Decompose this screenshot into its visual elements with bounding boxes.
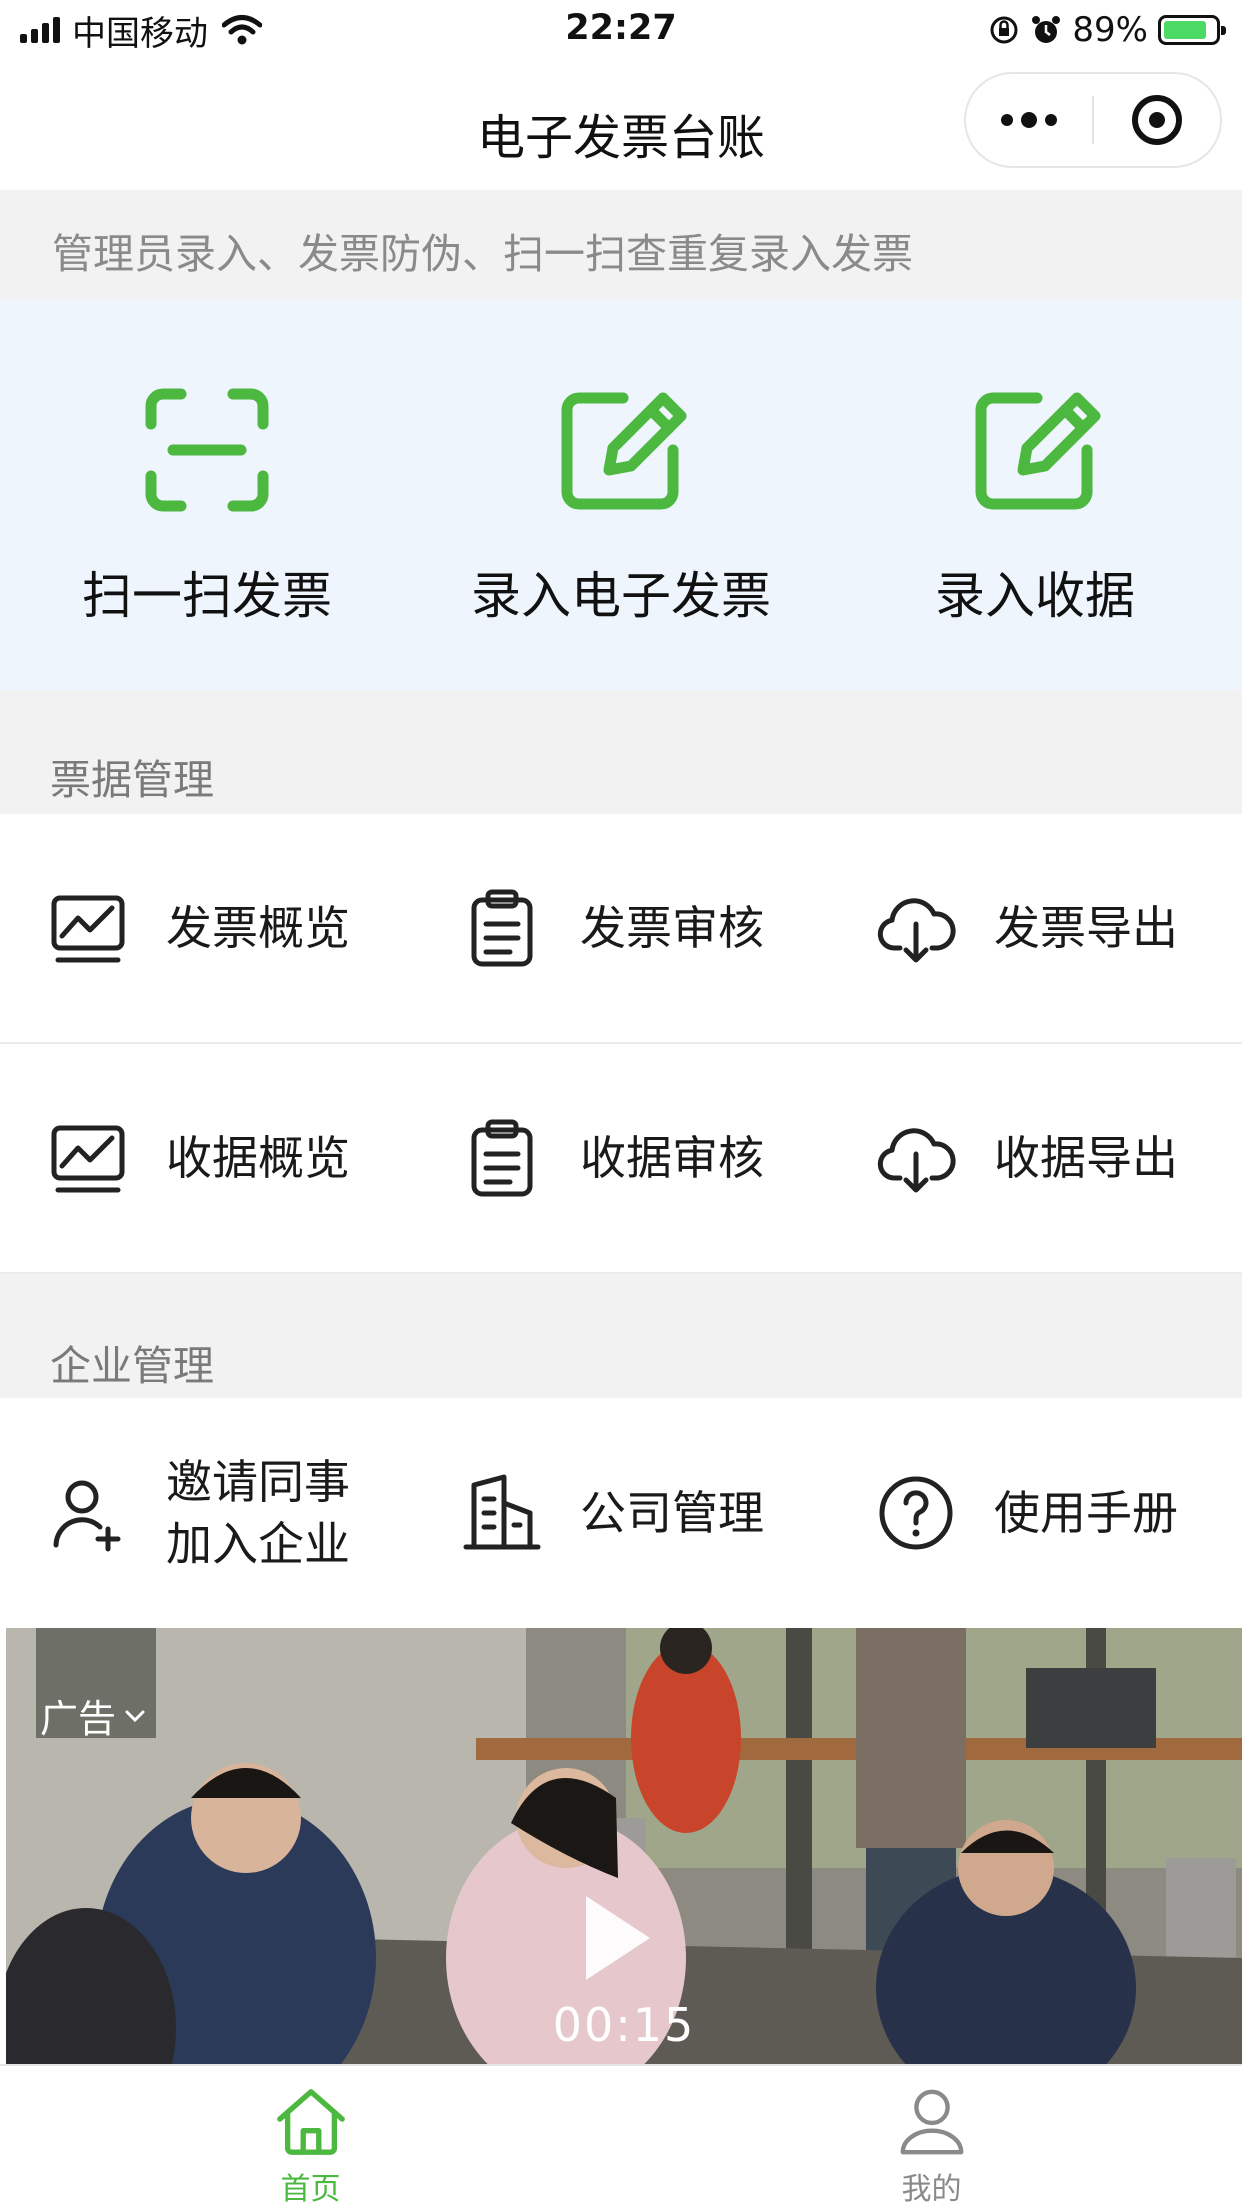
grid-label: 使用手册 xyxy=(994,1486,1178,1540)
grid-label-line2: 加入企业 xyxy=(166,1517,350,1571)
receipt-review-button[interactable]: 收据审核 xyxy=(414,1044,828,1272)
notice-bar: 管理员录入、发票防伪、扫一扫查重复录入发票 xyxy=(0,190,1242,300)
battery-icon xyxy=(1158,15,1226,45)
grid-label: 收据审核 xyxy=(580,1131,764,1185)
chevron-down-icon xyxy=(125,1710,145,1722)
quick-actions: 扫一扫发票 录入电子发票 录入收据 xyxy=(0,300,1242,690)
grid-row-receipt: 收据概览 收据审核 收据导出 xyxy=(0,1044,1242,1274)
clipboard-icon xyxy=(462,1118,542,1198)
tab-label: 我的 xyxy=(901,2172,962,2207)
mini-program-capsule xyxy=(964,72,1222,168)
cloud-download-icon xyxy=(876,1118,956,1198)
invoice-export-button[interactable]: 发票导出 xyxy=(828,814,1242,1042)
section-title: 企业管理 xyxy=(50,1342,214,1390)
section-title: 票据管理 xyxy=(50,756,214,804)
enter-receipt-button[interactable]: 录入收据 xyxy=(828,300,1242,690)
invoice-overview-button[interactable]: 发票概览 xyxy=(0,814,414,1042)
tab-bar: 首页 我的 xyxy=(0,2064,1242,2208)
alarm-icon xyxy=(1032,16,1061,43)
quick-label: 扫一扫发票 xyxy=(82,567,332,625)
section-header-company: 企业管理 xyxy=(0,1274,1242,1398)
edit-icon xyxy=(975,392,1101,510)
play-icon[interactable] xyxy=(586,1896,650,1980)
notice-text: 管理员录入、发票防伪、扫一扫查重复录入发票 xyxy=(52,230,913,278)
more-button[interactable] xyxy=(966,74,1092,166)
nav-bar: 电子发票台账 xyxy=(0,62,1242,190)
section-header-bills: 票据管理 xyxy=(0,690,1242,814)
receipt-overview-button[interactable]: 收据概览 xyxy=(0,1044,414,1272)
help-icon xyxy=(876,1473,956,1553)
user-icon xyxy=(900,2089,963,2155)
add-user-icon xyxy=(48,1473,128,1553)
quick-label: 录入电子发票 xyxy=(471,567,771,625)
grid-label: 发票审核 xyxy=(580,901,764,955)
more-dots-icon xyxy=(1001,112,1057,128)
ad-video[interactable]: 广告 00:15 xyxy=(6,1628,1242,2064)
scan-icon xyxy=(145,388,269,512)
target-icon xyxy=(1132,95,1182,145)
edit-icon xyxy=(561,392,687,510)
scan-invoice-button[interactable]: 扫一扫发票 xyxy=(0,300,414,690)
chart-monitor-icon xyxy=(48,888,128,968)
chart-monitor-icon xyxy=(48,1118,128,1198)
orientation-lock-icon xyxy=(990,16,1018,44)
tab-mine[interactable]: 我的 xyxy=(621,2066,1242,2208)
enter-e-invoice-button[interactable]: 录入电子发票 xyxy=(414,300,828,690)
ad-tag-label: 广告 xyxy=(40,1697,117,1741)
building-icon xyxy=(462,1473,542,1553)
company-management-button[interactable]: 公司管理 xyxy=(414,1398,828,1628)
grid-label: 邀请同事 加入企业 xyxy=(166,1451,350,1575)
quick-label: 录入收据 xyxy=(935,567,1135,625)
battery-percent: 89% xyxy=(1072,10,1148,50)
grid-row-invoice: 发票概览 发票审核 发票导出 xyxy=(0,814,1242,1044)
clipboard-icon xyxy=(462,888,542,968)
user-manual-button[interactable]: 使用手册 xyxy=(828,1398,1242,1628)
status-bar: 中国移动 22:27 89% xyxy=(0,0,1242,62)
invoice-review-button[interactable]: 发票审核 xyxy=(414,814,828,1042)
tab-label: 首页 xyxy=(280,2172,341,2207)
grid-label: 发票概览 xyxy=(166,901,350,955)
grid-label-line1: 邀请同事 xyxy=(166,1455,350,1509)
cloud-download-icon xyxy=(876,888,956,968)
status-right: 89% xyxy=(988,10,1226,50)
grid-label: 收据概览 xyxy=(166,1131,350,1185)
grid-label: 收据导出 xyxy=(994,1131,1178,1185)
grid-label: 发票导出 xyxy=(994,901,1178,955)
grid-row-company: 邀请同事 加入企业 公司管理 使用手册 xyxy=(0,1398,1242,1628)
invite-colleague-button[interactable]: 邀请同事 加入企业 xyxy=(0,1398,414,1628)
close-button[interactable] xyxy=(1094,74,1220,166)
receipt-export-button[interactable]: 收据导出 xyxy=(828,1044,1242,1272)
grid-label: 公司管理 xyxy=(580,1486,764,1540)
ad-duration: 00:15 xyxy=(552,1998,696,2052)
tab-home[interactable]: 首页 xyxy=(0,2066,621,2208)
ad-tag[interactable]: 广告 xyxy=(40,1688,148,1743)
home-icon xyxy=(276,2089,345,2155)
